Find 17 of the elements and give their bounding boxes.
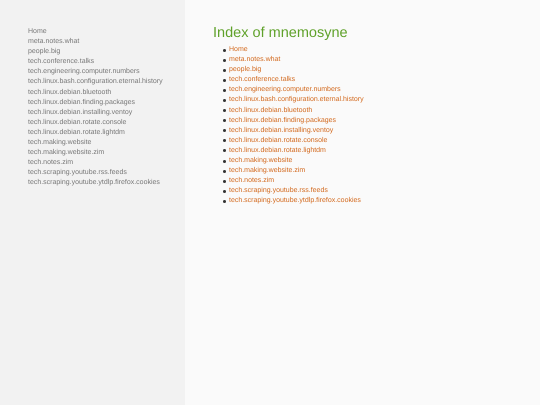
bullet-icon xyxy=(223,99,226,102)
bullet-icon xyxy=(223,109,226,112)
bullet-icon xyxy=(223,170,226,173)
bullet-icon xyxy=(223,190,226,193)
bullet-icon xyxy=(223,68,226,72)
page-title: Index of mnemosyne xyxy=(213,24,348,42)
bullet-icon xyxy=(223,160,226,163)
bullet-icon xyxy=(223,48,226,52)
bullet-icon xyxy=(223,78,226,82)
bullet-icon xyxy=(223,129,226,132)
bullet-icon xyxy=(223,180,226,183)
bullet-icon xyxy=(223,200,226,203)
bullet-icon xyxy=(223,149,226,152)
bullet-icon xyxy=(223,119,226,122)
bullet-icon xyxy=(223,88,226,92)
bullet-icon xyxy=(223,58,226,62)
bullet-icon xyxy=(223,139,226,142)
